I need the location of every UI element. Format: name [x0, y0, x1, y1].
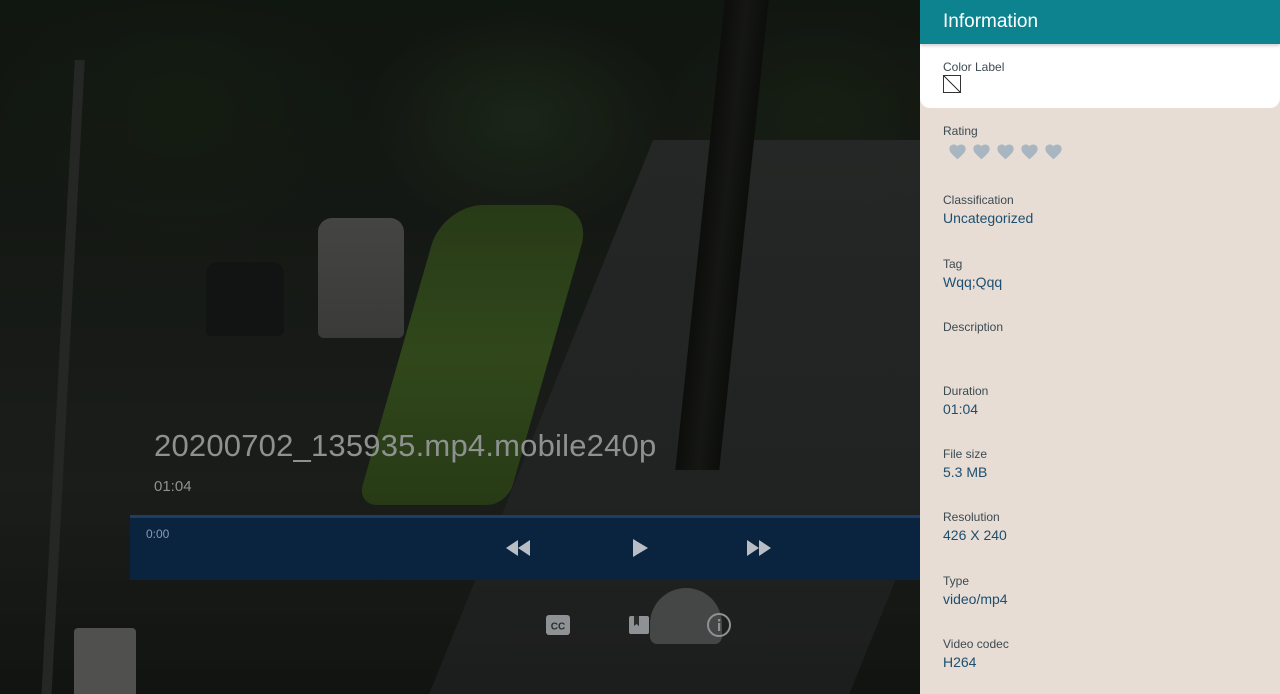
video-title: 20200702_135935.mp4.mobile240p — [154, 428, 657, 463]
type-value: video/mp4 — [943, 591, 1008, 607]
color-label-card[interactable]: Color Label — [920, 44, 1280, 108]
video-codec-value: H264 — [943, 654, 977, 670]
tag-label: Tag — [943, 257, 963, 271]
file-size-value: 5.3 MB — [943, 464, 988, 480]
type-field: Type video/mp4 — [943, 574, 1008, 607]
heart-icon[interactable] — [1044, 143, 1063, 160]
resolution-label: Resolution — [943, 510, 1000, 524]
bookmark-icon — [629, 616, 649, 634]
file-size-label: File size — [943, 447, 988, 461]
info-button[interactable] — [704, 610, 734, 640]
info-panel-header: Information — [920, 0, 1280, 44]
captions-button[interactable]: CC — [543, 610, 573, 640]
tag-value: Wqq;Qqq — [943, 274, 1003, 290]
duration-field: Duration 01:04 — [943, 384, 988, 417]
play-button[interactable] — [622, 533, 658, 563]
svg-text:CC: CC — [551, 622, 565, 633]
resolution-field: Resolution 426 X 240 — [943, 510, 1007, 543]
rating-label: Rating — [943, 124, 978, 138]
fast-forward-icon — [747, 540, 771, 556]
chapters-button[interactable] — [624, 610, 654, 640]
heart-icon[interactable] — [972, 143, 991, 160]
heart-icon[interactable] — [996, 143, 1015, 160]
info-panel-title: Information — [943, 11, 1039, 32]
rating-hearts — [948, 143, 1063, 160]
play-icon — [633, 539, 648, 557]
classification-field[interactable]: Classification Uncategorized — [943, 193, 1033, 226]
progress-bar[interactable] — [130, 515, 920, 518]
no-color-swatch-icon[interactable] — [943, 75, 961, 93]
description-label: Description — [943, 320, 1004, 334]
tag-field[interactable]: Tag Wqq;Qqq — [943, 257, 1002, 290]
classification-label: Classification — [943, 193, 1014, 207]
rating-field: Rating — [943, 124, 1063, 160]
fast-forward-button[interactable] — [741, 533, 777, 563]
color-label-label: Color Label — [943, 60, 1005, 74]
file-size-field: File size 5.3 MB — [943, 447, 987, 480]
fast-rewind-icon — [506, 540, 530, 556]
duration-label: Duration — [943, 384, 989, 398]
transport-bar: 0:00 — [130, 515, 920, 580]
rewind-button[interactable] — [500, 533, 536, 563]
current-time: 0:00 — [146, 527, 170, 541]
information-panel: Information Color Label Rating Classific… — [920, 0, 1280, 694]
type-label: Type — [943, 574, 970, 588]
heart-icon[interactable] — [948, 143, 967, 160]
classification-value: Uncategorized — [943, 210, 1034, 226]
video-codec-label: Video codec — [943, 637, 1009, 651]
description-field[interactable]: Description — [943, 320, 1003, 337]
video-codec-field: Video codec H264 — [943, 637, 1009, 670]
closed-captions-icon: CC — [546, 615, 570, 635]
video-frame[interactable] — [0, 0, 920, 694]
video-dim-overlay — [0, 0, 920, 694]
video-duration-label: 01:04 — [154, 478, 192, 495]
duration-value: 01:04 — [943, 401, 979, 417]
heart-icon[interactable] — [1020, 143, 1039, 160]
info-icon — [707, 613, 731, 637]
resolution-value: 426 X 240 — [943, 527, 1007, 543]
